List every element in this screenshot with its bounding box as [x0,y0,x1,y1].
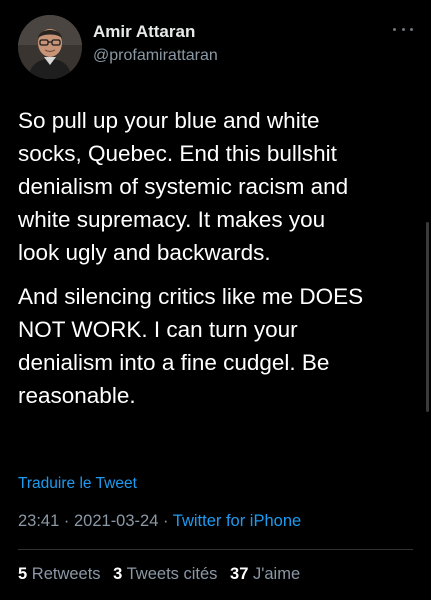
more-horizontal-icon[interactable] [393,24,413,34]
tweet-text: So pull up your blue and white socks, Qu… [18,104,408,412]
quotes-label: Tweets cités [126,565,218,583]
retweets-stat[interactable]: 5 Retweets [18,565,101,583]
tweet-paragraph-1: So pull up your blue and white socks, Qu… [18,108,349,265]
scrollbar[interactable] [426,222,429,412]
tweet-meta: 23:41 · 2021-03-24 · Twitter for iPhone [18,512,301,531]
avatar[interactable] [18,15,82,79]
tweet-detail: Amir Attaran @profamirattaran So pull up… [0,0,431,600]
meta-separator: · [162,512,169,530]
tweet-time[interactable]: 23:41 [18,512,59,530]
quotes-stat[interactable]: 3 Tweets cités [113,565,217,583]
likes-count: 37 [230,565,249,583]
meta-separator: · [63,512,70,530]
divider [18,549,413,550]
translate-tweet-link[interactable]: Traduire le Tweet [18,475,137,493]
avatar-photo [18,15,82,79]
tweet-date[interactable]: 2021-03-24 [74,512,158,530]
retweets-label: Retweets [31,565,101,583]
tweet-source-link[interactable]: Twitter for iPhone [173,512,301,530]
author-handle[interactable]: @profamirattaran [93,47,218,65]
retweets-count: 5 [18,565,28,583]
tweet-paragraph-2: And silencing critics like me DOES NOT W… [18,284,364,408]
quotes-count: 3 [113,565,123,583]
author-name[interactable]: Amir Attaran [93,22,195,42]
tweet-stats: 5 Retweets 3 Tweets cités 37 J'aime [18,565,300,584]
likes-stat[interactable]: 37 J'aime [230,565,300,583]
likes-label: J'aime [252,565,301,583]
